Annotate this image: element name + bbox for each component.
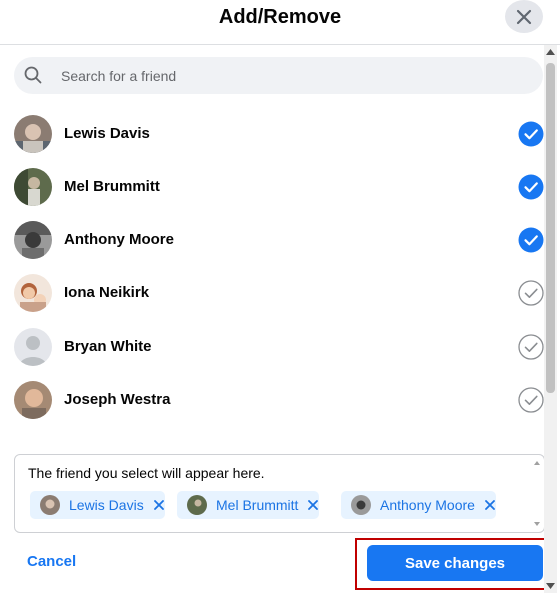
checked-icon[interactable] (518, 227, 544, 253)
friend-name: Mel Brummitt (64, 178, 160, 195)
dialog-title: Add/Remove (218, 6, 342, 28)
dialog-header: Add/Remove (0, 0, 560, 45)
close-button[interactable] (505, 0, 543, 33)
friend-row-lewis-davis[interactable]: Lewis Davis (0, 108, 545, 160)
remove-icon[interactable] (307, 499, 319, 511)
avatar (351, 495, 371, 515)
selected-friends-box[interactable]: The friend you select will appear here. … (14, 454, 545, 533)
selected-chip-lewis-davis[interactable]: Lewis Davis (30, 491, 165, 519)
unchecked-icon[interactable] (518, 334, 544, 360)
checked-icon[interactable] (518, 174, 544, 200)
friend-name: Anthony Moore (64, 231, 174, 248)
checked-icon[interactable] (518, 121, 544, 147)
scroll-down-arrow-icon[interactable] (544, 579, 557, 593)
friend-name: Iona Neikirk (64, 284, 150, 301)
selection-hint: The friend you select will appear here. (28, 465, 265, 481)
avatar (14, 115, 52, 153)
friend-row-bryan-white[interactable]: Bryan White (0, 321, 545, 373)
avatar (40, 495, 60, 515)
cancel-button[interactable]: Cancel (27, 553, 76, 570)
chip-name: Mel Brummitt (216, 497, 299, 513)
avatar (14, 221, 52, 259)
dialog-scrollbar[interactable] (544, 45, 557, 593)
friend-name: Bryan White (64, 338, 152, 355)
friend-name: Joseph Westra (64, 391, 171, 408)
friend-row-joseph-westra[interactable]: Joseph Westra (0, 374, 545, 426)
remove-icon[interactable] (153, 499, 165, 511)
friend-row-anthony-moore[interactable]: Anthony Moore (0, 214, 545, 266)
search-icon (24, 66, 42, 84)
avatar (14, 328, 52, 366)
save-changes-button[interactable]: Save changes (367, 545, 543, 581)
friend-row-mel-brummitt[interactable]: Mel Brummitt (0, 161, 545, 213)
scroll-up-arrow-icon[interactable] (544, 45, 557, 59)
friend-name: Lewis Davis (64, 125, 150, 142)
selected-chip-mel-brummitt[interactable]: Mel Brummitt (177, 491, 320, 519)
search-input[interactable] (61, 57, 521, 94)
chip-name: Anthony Moore (380, 497, 475, 513)
scroll-thumb[interactable] (546, 63, 555, 393)
chip-name: Lewis Davis (69, 497, 144, 513)
box-scrollbar[interactable] (532, 457, 542, 530)
friend-row-iona-neikirk[interactable]: Iona Neikirk (0, 267, 545, 319)
unchecked-icon[interactable] (518, 280, 544, 306)
close-icon (516, 9, 532, 24)
remove-icon[interactable] (484, 499, 496, 511)
search-bar[interactable] (14, 57, 543, 94)
selected-chip-anthony-moore[interactable]: Anthony Moore (341, 491, 496, 519)
avatar (14, 168, 52, 206)
avatar (14, 381, 52, 419)
avatar (14, 274, 52, 312)
unchecked-icon[interactable] (518, 387, 544, 413)
avatar (187, 495, 207, 515)
